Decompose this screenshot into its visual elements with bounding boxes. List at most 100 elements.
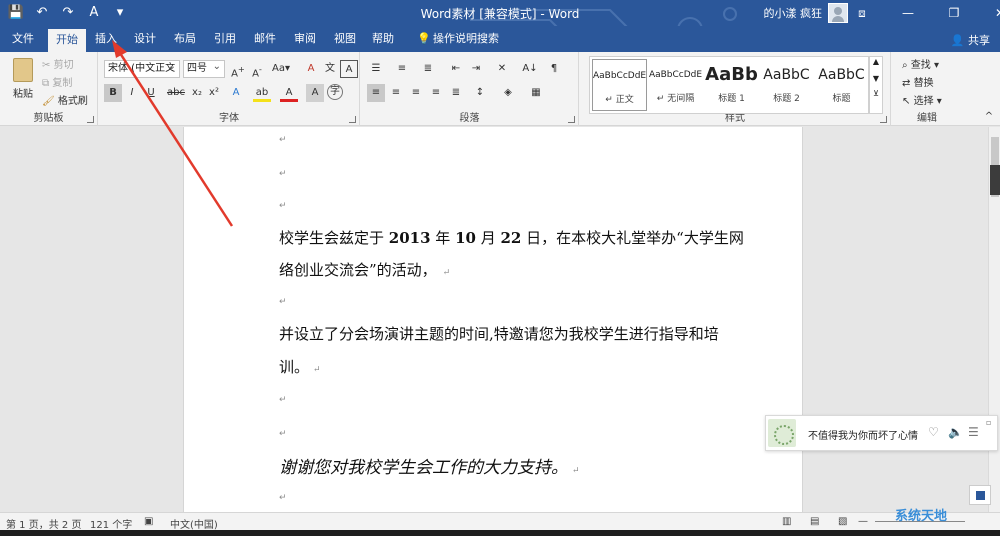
tab-references[interactable]: 引用 [210, 30, 240, 52]
proofing-icon[interactable]: ▣ [144, 516, 153, 527]
replace-button[interactable]: ⇄ 替换 [902, 74, 934, 89]
tab-home[interactable]: 开始 [48, 29, 86, 52]
style-normal[interactable]: AaBbCcDdE ↵ 正文 [592, 59, 647, 111]
format-painter-button[interactable]: 🖌 格式刷 [42, 92, 88, 107]
superscript-button[interactable]: x² [205, 84, 223, 102]
decrease-indent-icon[interactable]: ⇤ [447, 60, 465, 78]
styles-scroll[interactable]: ▲ ▼ ⊻ [869, 56, 883, 114]
character-shading-icon[interactable]: A [306, 84, 324, 102]
distributed-icon[interactable]: ≣ [447, 84, 465, 102]
print-layout-icon[interactable]: ▤ [810, 516, 819, 527]
enclose-character-icon[interactable]: 字 [327, 84, 343, 100]
paragraph-mark: ↵ [279, 201, 287, 211]
chevron-up-icon[interactable]: ▲ [870, 57, 882, 66]
sort-icon[interactable]: A↓ [521, 60, 539, 78]
tab-design[interactable]: 设计 [130, 30, 160, 52]
phonetic-guide-icon[interactable]: 文 [321, 60, 339, 78]
subscript-button[interactable]: x₂ [188, 84, 206, 102]
tab-file[interactable]: 文件 [8, 30, 38, 52]
font-launcher-icon[interactable] [349, 116, 356, 123]
floating-tool-button[interactable] [969, 485, 991, 505]
show-marks-icon[interactable]: ¶ [545, 60, 563, 78]
account-name[interactable]: 的小漾 疯狂 [764, 5, 823, 21]
cut-button[interactable]: ✂ 剪切 [42, 56, 74, 71]
style-no-spacing[interactable]: AaBbCcDdE ↵ 无间隔 [648, 59, 703, 111]
multilevel-list-icon[interactable]: ≣ [419, 60, 437, 78]
music-widget[interactable]: 不值得我为你而坏了心情 ♡ 🔈 ☰ ▫ [765, 415, 998, 451]
shrink-font-icon[interactable]: A- [248, 60, 266, 79]
heart-icon[interactable]: ♡ [928, 425, 939, 439]
font-name-dropdown[interactable]: 宋体 (中文正文 [104, 59, 180, 78]
select-button[interactable]: ↖ 选择 ▾ [902, 92, 942, 107]
font-size-dropdown[interactable]: 四号 [183, 59, 225, 78]
playlist-icon[interactable]: ☰ [968, 425, 979, 439]
close-icon[interactable]: ▫ [986, 418, 991, 427]
tab-layout[interactable]: 布局 [170, 30, 200, 52]
font-color-icon[interactable]: A [280, 84, 298, 102]
style-heading-1[interactable]: AaBb 标题 1 [704, 59, 759, 111]
album-cover[interactable] [768, 419, 796, 447]
clear-formatting-icon[interactable]: A [302, 60, 320, 78]
justify-icon[interactable]: ≡ [427, 84, 445, 102]
tab-mailings[interactable]: 邮件 [250, 30, 280, 52]
text-effects-icon[interactable]: A [227, 84, 245, 102]
tab-insert[interactable]: 插入 [91, 30, 121, 52]
expand-gallery-icon[interactable]: ⊻ [870, 89, 882, 98]
page-count[interactable]: 第 1 页，共 2 页 [6, 516, 81, 531]
close-button[interactable]: ✕ [977, 0, 1000, 26]
language-indicator[interactable]: 中文(中国) [170, 516, 218, 531]
volume-icon[interactable]: 🔈 [948, 425, 963, 439]
paragraph-2-line-2[interactable]: 训。 ↵ [279, 356, 321, 377]
styles-launcher-icon[interactable] [880, 116, 887, 123]
change-case-icon[interactable]: Aa▾ [269, 60, 293, 78]
align-right-icon[interactable]: ≡ [407, 84, 425, 102]
ribbon: 粘贴 ✂ 剪切 ⧉ 复制 🖌 格式刷 剪贴板 宋体 (中文正文 四号 A+ A-… [0, 52, 1000, 126]
bold-button[interactable]: B [104, 84, 122, 102]
paragraph-mark: ↵ [442, 268, 451, 278]
tell-me-search[interactable]: 操作说明搜索 [433, 30, 503, 52]
style-title[interactable]: AaBbC 标题 [814, 59, 869, 111]
clipboard-launcher-icon[interactable] [87, 116, 94, 123]
minimize-button[interactable]: — [885, 0, 931, 26]
paste-button[interactable]: 粘贴 [10, 58, 36, 102]
align-center-icon[interactable]: ≡ [387, 84, 405, 102]
tab-review[interactable]: 审阅 [290, 30, 320, 52]
character-border-icon[interactable]: A [340, 60, 358, 78]
strikethrough-button[interactable]: abc [165, 84, 187, 102]
line-spacing-icon[interactable]: ↕ [471, 84, 489, 102]
ribbon-display-options-icon[interactable]: ⧈ [839, 0, 885, 26]
borders-icon[interactable]: ▦ [527, 84, 545, 102]
align-left-icon[interactable]: ≡ [367, 84, 385, 102]
paragraph-1-line-1[interactable]: 校学生会兹定于 2013 年 10 月 22 日，在本校大礼堂举办“大学生网 [279, 227, 744, 248]
shading-icon[interactable]: ◈ [499, 84, 517, 102]
copy-button[interactable]: ⧉ 复制 [42, 74, 72, 89]
word-count[interactable]: 121 个字 [90, 516, 132, 531]
paragraph-2-line-1[interactable]: 并设立了分会场演讲主题的时间,特邀请您为我校学生进行指导和培 [279, 323, 719, 344]
read-mode-icon[interactable]: ▥ [782, 516, 791, 527]
web-layout-icon[interactable]: ▧ [838, 516, 847, 527]
numbering-icon[interactable]: ≡ [393, 60, 411, 78]
underline-button[interactable]: U [142, 84, 160, 102]
paragraph-1-line-2[interactable]: 络创业交流会”的活动， ↵ [279, 259, 450, 280]
lightbulb-icon: 💡 [417, 32, 431, 45]
asian-layout-icon[interactable]: ✕ [493, 60, 511, 78]
grow-font-icon[interactable]: A+ [229, 60, 247, 79]
collapse-ribbon-icon[interactable]: ^ [982, 108, 996, 126]
side-panel-edge [990, 165, 1000, 195]
paragraph-launcher-icon[interactable] [568, 116, 575, 123]
zoom-out-icon[interactable]: — [858, 516, 868, 527]
restore-button[interactable]: ❐ [931, 0, 977, 26]
chevron-down-icon[interactable]: ▼ [870, 74, 882, 83]
bullets-icon[interactable]: ☰ [367, 60, 385, 78]
tab-view[interactable]: 视图 [330, 30, 360, 52]
find-button[interactable]: ⌕ 查找 ▾ [902, 56, 939, 71]
tab-help[interactable]: 帮助 [368, 30, 398, 52]
share-button[interactable]: 👤 共享 [951, 32, 990, 48]
highlight-icon[interactable]: ab [253, 84, 271, 102]
increase-indent-icon[interactable]: ⇥ [467, 60, 485, 78]
document-page[interactable]: ↵ ↵ ↵ 校学生会兹定于 2013 年 10 月 22 日，在本校大礼堂举办“… [183, 127, 803, 512]
paragraph-mark: ↵ [572, 466, 580, 476]
paragraph-3[interactable]: 谢谢您对我校学生会工作的大力支持。 ↵ [279, 453, 580, 478]
style-heading-2[interactable]: AaBbC 标题 2 [759, 59, 814, 111]
italic-button[interactable]: I [123, 84, 141, 102]
